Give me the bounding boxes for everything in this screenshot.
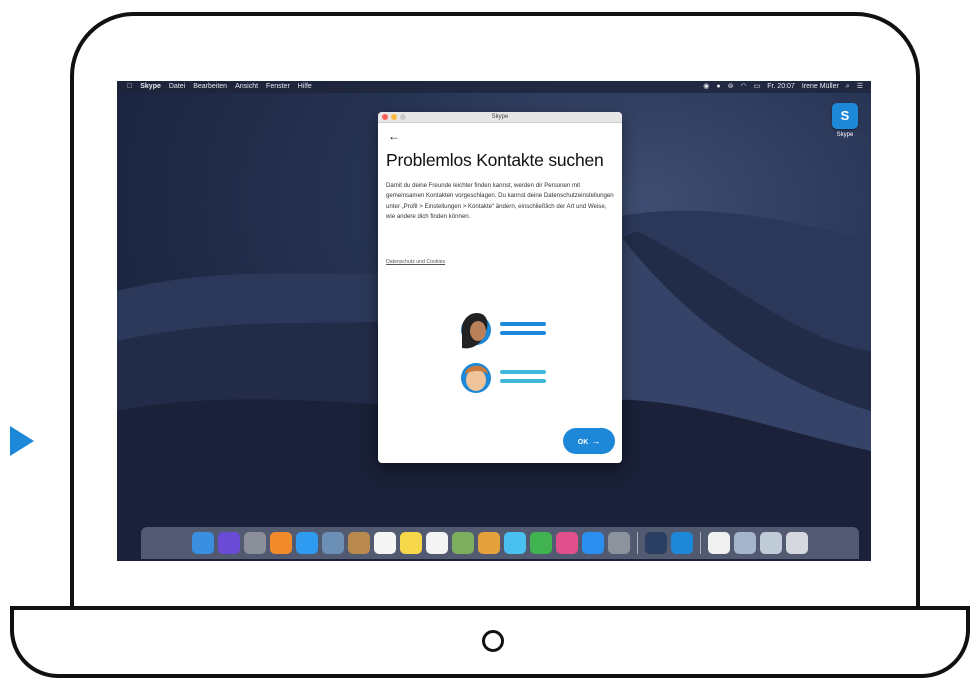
menu-app-name[interactable]: Skype <box>140 81 161 93</box>
man-avatar-icon <box>461 363 491 393</box>
firefox-icon[interactable] <box>270 532 292 554</box>
wifi-icon[interactable]: ◠ <box>740 81 746 93</box>
notes-icon[interactable] <box>400 532 422 554</box>
arrow-right-icon: → <box>591 436 601 446</box>
skype-app-icon: S <box>832 103 858 129</box>
menu-datei[interactable]: Datei <box>169 81 185 93</box>
system-preferences-icon[interactable] <box>608 532 630 554</box>
dock <box>141 527 859 559</box>
desktop-skype-shortcut[interactable]: S Skype <box>825 103 865 138</box>
dock-separator <box>700 532 701 554</box>
menu-hilfe[interactable]: Hilfe <box>298 81 312 93</box>
status-record-icon[interactable]: ◉ <box>703 81 709 93</box>
mac-screen:  Skype Datei Bearbeiten Ansicht Fenster… <box>117 81 871 561</box>
calendar-icon[interactable] <box>374 532 396 554</box>
ok-button[interactable]: OK → <box>563 428 615 454</box>
photo-booth-icon[interactable] <box>452 532 474 554</box>
dock-separator <box>637 532 638 554</box>
folder-icon[interactable] <box>760 532 782 554</box>
close-window-button[interactable] <box>382 114 388 120</box>
contacts-illustration <box>461 312 546 393</box>
menu-clock[interactable]: Fr. 20:07 <box>767 81 795 93</box>
battery-icon[interactable]: ▭ <box>754 81 761 93</box>
finder-icon[interactable] <box>192 532 214 554</box>
contact-line-1a <box>500 322 546 326</box>
window-title: Skype <box>491 114 509 120</box>
window-titlebar[interactable]: Skype <box>378 112 622 123</box>
menu-bearbeiten[interactable]: Bearbeiten <box>193 81 227 93</box>
image-capture-icon[interactable] <box>734 532 756 554</box>
contacts-icon[interactable] <box>348 532 370 554</box>
play-pointer-icon <box>10 426 34 456</box>
back-arrow-icon[interactable]: ← <box>388 129 400 143</box>
skype-icon[interactable] <box>671 532 693 554</box>
spotlight-search-icon[interactable]: ⌕ <box>846 81 850 93</box>
laptop-indicator-circle <box>482 630 504 652</box>
app-store-icon[interactable] <box>582 532 604 554</box>
facetime-icon[interactable] <box>530 532 552 554</box>
minimize-window-button[interactable] <box>391 114 397 120</box>
status-skype-icon[interactable]: ● <box>716 81 720 93</box>
woman-avatar-icon <box>461 312 491 349</box>
menu-user[interactable]: Irene Müller <box>802 81 839 93</box>
messages-icon[interactable] <box>504 532 526 554</box>
ok-button-label: OK <box>577 439 589 446</box>
skype-window: Skype ← Problemlos Kontakte suchen Damit… <box>378 112 622 463</box>
menu-ansicht[interactable]: Ansicht <box>235 81 258 93</box>
launchpad-icon[interactable] <box>244 532 266 554</box>
document-icon[interactable] <box>708 532 730 554</box>
page-title: Problemlos Kontakte suchen <box>386 150 604 170</box>
zoom-window-button[interactable] <box>400 114 406 120</box>
menu-bar:  Skype Datei Bearbeiten Ansicht Fenster… <box>117 81 871 93</box>
menu-fenster[interactable]: Fenster <box>266 81 290 93</box>
desktop-skype-label: Skype <box>836 132 854 138</box>
trash-icon[interactable] <box>786 532 808 554</box>
notification-center-icon[interactable]: ☰ <box>857 81 863 93</box>
status-sync-icon[interactable]: ⊚ <box>728 81 734 93</box>
quicktime-icon[interactable] <box>645 532 667 554</box>
privacy-cookies-link[interactable]: Datenschutz und Cookies <box>386 259 445 265</box>
reminders-icon[interactable] <box>426 532 448 554</box>
contact-line-2b <box>500 379 546 383</box>
itunes-icon[interactable] <box>556 532 578 554</box>
description-text: Damit du deine Freunde leichter finden k… <box>386 182 614 220</box>
contact-line-2a <box>500 370 546 374</box>
siri-icon[interactable] <box>218 532 240 554</box>
preview-icon[interactable] <box>322 532 344 554</box>
photos-icon[interactable] <box>478 532 500 554</box>
contact-line-1b <box>500 331 546 335</box>
apple-menu-icon[interactable]:  <box>127 81 132 93</box>
safari-icon[interactable] <box>296 532 318 554</box>
